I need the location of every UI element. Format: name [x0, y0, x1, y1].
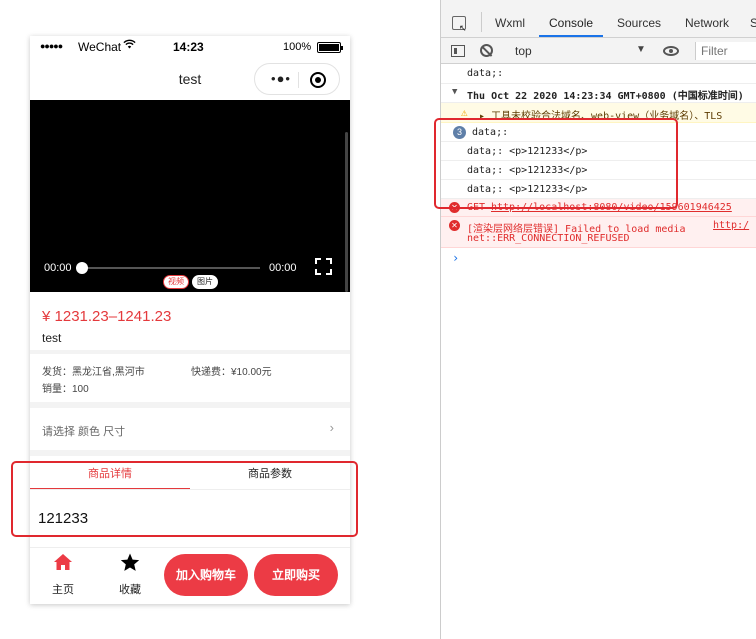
battery-icon [317, 42, 343, 53]
toolbar-divider [481, 12, 482, 32]
error-row: ✕ [渲染层网络层错误] Failed to load media http:/… [441, 217, 756, 248]
carrier-label: WeChat [78, 40, 122, 54]
error-link[interactable]: http:/ [713, 220, 749, 231]
divider [30, 350, 350, 354]
sidebar-toggle-icon[interactable] [451, 45, 465, 57]
log-row: ▼ Thu Oct 22 2020 14:23:34 GMT+0800 (中国标… [441, 84, 756, 103]
annotation-highlight [11, 461, 358, 537]
product-title: test [42, 331, 62, 345]
media-tab-image[interactable]: 图片 [192, 275, 218, 289]
status-bar: ●●●●● WeChat 14:23 100% [30, 36, 350, 58]
log-text: data;: [467, 68, 504, 79]
filter-input[interactable] [695, 42, 756, 60]
video-progress-track[interactable] [82, 267, 260, 269]
triangle-down-icon[interactable]: ▼ [452, 87, 457, 97]
video-current-time: 00:00 [44, 262, 72, 274]
add-to-cart-button[interactable]: 加入购物车 [164, 554, 248, 596]
log-text: Thu Oct 22 2020 14:23:34 GMT+0800 (中国标准时… [467, 91, 744, 102]
bottom-action-bar: 主页 收藏 加入购物车 立即购买 [30, 547, 350, 604]
log-row: data;: [441, 64, 756, 84]
ship-from: 发货：黑龙江省,黑河市 [42, 367, 145, 378]
favorite-label[interactable]: 收藏 [110, 581, 150, 597]
media-tab-video[interactable]: 视频 [163, 275, 189, 289]
video-duration: 00:00 [269, 262, 297, 274]
wifi-icon [123, 39, 136, 52]
tab-network[interactable]: Network [685, 16, 729, 30]
tab-console[interactable]: Console [549, 16, 593, 30]
eye-icon[interactable] [663, 46, 679, 56]
inspect-icon[interactable]: ↖ [452, 16, 467, 33]
signal-icon: ●●●●● [40, 41, 63, 51]
home-icon[interactable] [43, 553, 83, 576]
price-range: ¥ 1231.23–1241.23 [42, 308, 172, 325]
scrollbar[interactable] [345, 132, 348, 292]
status-time: 14:23 [173, 40, 204, 54]
more-icon[interactable]: •●• [265, 71, 297, 86]
nav-bar: test •●• [30, 58, 350, 100]
caret-down-icon[interactable]: ▼ [636, 44, 646, 55]
home-label[interactable]: 主页 [43, 581, 83, 597]
console-toolbar: top ▼ [441, 38, 756, 64]
tab-sources[interactable]: Sources [617, 16, 661, 30]
error-icon: ✕ [449, 220, 460, 231]
sales-count: 销量：100 [42, 384, 89, 395]
capsule-divider [298, 72, 299, 88]
star-icon[interactable] [110, 553, 150, 577]
spec-selector[interactable]: 请选择 颜色 尺寸 › [30, 410, 350, 450]
context-select[interactable]: top [515, 44, 532, 58]
error-text: net::ERR_CONNECTION_REFUSED [467, 233, 630, 244]
tab-wxml[interactable]: Wxml [495, 16, 525, 30]
clear-console-icon[interactable] [480, 44, 493, 57]
video-player[interactable]: 00:00 00:00 视频 图片 [30, 100, 350, 292]
annotation-highlight [434, 118, 678, 209]
menu-capsule: •●• [254, 63, 340, 95]
divider [30, 402, 350, 408]
chevron-right-icon: › [329, 420, 334, 435]
simulator-panel: ●●●●● WeChat 14:23 100% test •●• 00:00 0… [0, 0, 440, 639]
spec-label: 请选择 颜色 尺寸 [42, 426, 126, 438]
active-tab-indicator [539, 35, 603, 37]
shipping-fee: 快递费：¥10.00元 [191, 367, 272, 378]
console-prompt[interactable]: › [452, 251, 459, 265]
fullscreen-icon[interactable] [315, 258, 332, 275]
devtools-tab-bar: ↖ Wxml Console Sources Network S [441, 0, 756, 38]
tab-more[interactable]: S [750, 16, 756, 30]
devtools-panel: ↖ Wxml Console Sources Network S top ▼ d… [434, 0, 756, 639]
video-progress-handle[interactable] [76, 262, 88, 274]
battery-percent: 100% [283, 41, 312, 53]
buy-now-button[interactable]: 立即购买 [254, 554, 338, 596]
close-miniprogram-icon[interactable] [310, 72, 326, 88]
